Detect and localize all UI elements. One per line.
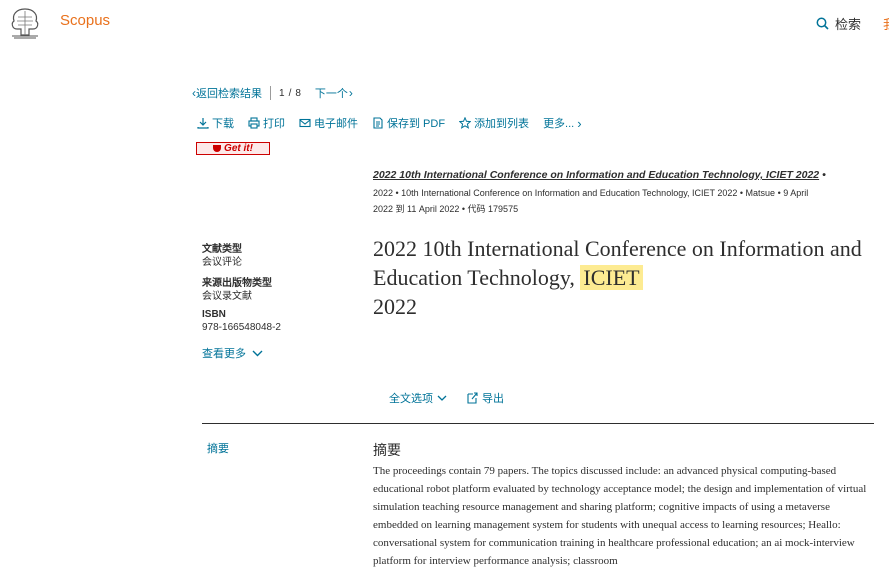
document-title: 2022 10th International Conference on In…: [373, 234, 863, 321]
get-it-button[interactable]: Get it!: [196, 142, 270, 155]
more-button[interactable]: 更多... ›: [543, 115, 582, 131]
section-divider: [202, 423, 874, 424]
download-button[interactable]: 下载: [197, 115, 234, 131]
star-icon: [459, 117, 472, 129]
export-label: 导出: [482, 393, 504, 405]
conference-series: 2022 10th International Conference on In…: [373, 169, 826, 181]
source-type-value: 会议录文献: [202, 291, 252, 302]
page-separator: /: [288, 87, 292, 99]
abstract-heading: 摘要: [373, 442, 401, 458]
chevron-down-icon: [252, 350, 263, 356]
shield-icon: [213, 145, 222, 152]
doc-type-value: 会议评论: [202, 257, 242, 268]
document-toolbar: 下载 打印 电子邮件 保存到 PDF 添加到列表 更多... ›: [197, 115, 582, 131]
chevron-right-icon: ›: [577, 115, 582, 131]
get-it-label: Get it!: [224, 143, 253, 154]
download-label: 下载: [212, 118, 234, 130]
abstract-nav-link[interactable]: 摘要: [207, 440, 229, 456]
chevron-down-icon: [437, 395, 447, 401]
print-icon: [248, 117, 260, 129]
elsevier-logo[interactable]: [6, 5, 44, 40]
print-label: 打印: [263, 118, 285, 130]
fulltext-options-button[interactable]: 全文选项: [389, 390, 447, 406]
series-link[interactable]: 2022 10th International Conference on In…: [373, 169, 819, 181]
meta-line: 2022 到 11 April 2022 • 代码 179575: [373, 204, 519, 214]
divider: [270, 86, 271, 100]
page-total: 8: [295, 87, 301, 99]
show-more-label: 查看更多: [202, 348, 246, 360]
title-highlight: ICIET: [580, 265, 643, 290]
search-icon: [816, 17, 829, 30]
search-button[interactable]: 检索: [816, 14, 861, 33]
search-label: 检索: [835, 17, 862, 32]
title-year: 2022: [373, 294, 417, 319]
abstract-text: The proceedings contain 79 papers. The t…: [373, 465, 867, 567]
brand-name[interactable]: Scopus: [60, 12, 110, 29]
conference-meta: 2022 • 10th International Conference on …: [373, 185, 873, 217]
save-pdf-label: 保存到 PDF: [387, 118, 446, 130]
header-cut-link[interactable]: 我: [883, 14, 889, 33]
save-pdf-button[interactable]: 保存到 PDF: [372, 115, 445, 131]
result-navigation: ‹ 返回检索结果 1 / 8 下一个 ›: [192, 85, 353, 101]
email-label: 电子邮件: [314, 118, 358, 130]
isbn-label: ISBN: [202, 309, 226, 320]
next-link[interactable]: 下一个: [315, 85, 348, 101]
show-more-button[interactable]: 查看更多: [202, 345, 263, 361]
add-to-list-label: 添加到列表: [474, 118, 530, 130]
chevron-right-icon: ›: [348, 86, 353, 100]
more-label: 更多...: [543, 118, 575, 130]
add-to-list-button[interactable]: 添加到列表: [459, 115, 529, 131]
page-current: 1: [279, 87, 285, 99]
download-icon: [197, 118, 209, 129]
export-button[interactable]: 导出: [466, 390, 504, 406]
bullet: •: [822, 169, 826, 181]
back-to-results-link[interactable]: 返回检索结果: [196, 85, 262, 101]
fulltext-label: 全文选项: [389, 393, 433, 405]
meta-line: 2022 • 10th International Conference on …: [373, 188, 809, 198]
email-icon: [299, 118, 311, 128]
pdf-icon: [373, 117, 383, 129]
export-icon: [467, 392, 478, 404]
print-button[interactable]: 打印: [248, 115, 285, 131]
isbn-value: 978-166548048-2: [202, 322, 281, 333]
email-button[interactable]: 电子邮件: [299, 115, 358, 131]
